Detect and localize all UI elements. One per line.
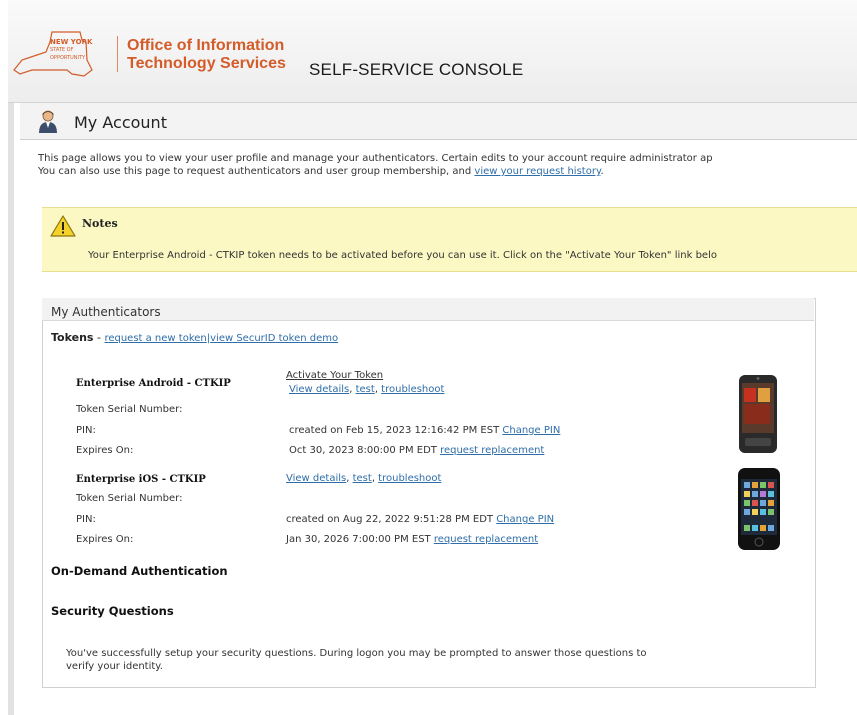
user-icon <box>39 110 57 133</box>
view-details-link[interactable]: View details <box>289 384 349 395</box>
token-name: Enterprise Android - CTKIP <box>76 378 231 389</box>
security-line1: You've successfully setup your security … <box>66 648 647 659</box>
pin-created: created on Feb 15, 2023 12:16:42 PM EST <box>289 425 500 436</box>
security-questions-text: You've successfully setup your security … <box>66 647 647 673</box>
pin-label: PIN: <box>76 514 96 525</box>
ny-logo-text: NEW YORK STATE OF OPPORTUNITY <box>50 38 92 62</box>
expires-value: Jan 30, 2026 7:00:00 PM EST request repl… <box>286 534 538 545</box>
logo-line3: OPPORTUNITY <box>50 55 86 61</box>
intro-suffix: . <box>600 166 604 177</box>
intro-line1: This page allows you to view your user p… <box>38 153 713 164</box>
notes-panel <box>42 207 857 272</box>
intro-line2-text: You can also use this page to request au… <box>38 166 475 177</box>
on-demand-title: On-Demand Authentication <box>51 564 228 578</box>
change-pin-link[interactable]: Change PIN <box>496 514 554 525</box>
activate-token-link[interactable]: Activate Your Token <box>286 370 383 381</box>
serial-label: Token Serial Number: <box>76 404 183 415</box>
request-new-token-link[interactable]: request a new token <box>104 333 206 344</box>
notes-title: Notes <box>82 217 118 230</box>
logo-line2: STATE OF <box>50 47 74 53</box>
office-name: Office of Information Technology Service… <box>127 37 286 73</box>
console-title: SELF-SERVICE CONSOLE <box>309 60 524 79</box>
expires-value: Oct 30, 2023 8:00:00 PM EDT request repl… <box>289 445 544 456</box>
warning-icon <box>50 215 76 237</box>
pin-created: created on Aug 22, 2022 9:51:28 PM EDT <box>286 514 494 525</box>
token-actions: View details, test, troubleshoot <box>286 473 442 484</box>
expires-label: Expires On: <box>76 445 134 456</box>
troubleshoot-link[interactable]: troubleshoot <box>381 384 444 395</box>
request-replacement-link[interactable]: request replacement <box>434 534 538 545</box>
tokens-label: Tokens <box>51 331 94 344</box>
notes-message: Your Enterprise Android - CTKIP token ne… <box>88 250 717 261</box>
troubleshoot-link[interactable]: troubleshoot <box>378 473 441 484</box>
logo-divider <box>117 36 118 72</box>
page-title: My Account <box>74 113 167 132</box>
pin-value: created on Aug 22, 2022 9:51:28 PM EDT C… <box>286 514 554 525</box>
pin-label: PIN: <box>76 425 96 436</box>
tokens-dash: - <box>93 331 105 344</box>
logo-line1: NEW YORK <box>50 38 93 46</box>
test-link[interactable]: test <box>353 473 372 484</box>
securid-demo-link[interactable]: view SecurID token demo <box>210 333 338 344</box>
office-line1: Office of Information <box>127 37 285 54</box>
security-questions-title: Security Questions <box>51 604 174 618</box>
intro-text: This page allows you to view your user p… <box>38 152 713 178</box>
view-details-link[interactable]: View details <box>286 473 346 484</box>
intro-line2: You can also use this page to request au… <box>38 165 713 178</box>
change-pin-link[interactable]: Change PIN <box>502 425 560 436</box>
tokens-line: Tokens - request a new token|view SecurI… <box>51 331 338 344</box>
pin-value: created on Feb 15, 2023 12:16:42 PM EST … <box>289 425 560 436</box>
request-replacement-link[interactable]: request replacement <box>440 445 544 456</box>
serial-label: Token Serial Number: <box>76 493 183 504</box>
expires-label: Expires On: <box>76 534 134 545</box>
token-name: Enterprise iOS - CTKIP <box>76 474 206 485</box>
security-line2: verify your identity. <box>66 661 163 672</box>
office-line2: Technology Services <box>127 55 286 72</box>
expires-date: Oct 30, 2023 8:00:00 PM EDT <box>289 445 437 456</box>
token-actions: View details, test, troubleshoot <box>289 384 445 395</box>
test-link[interactable]: test <box>356 384 375 395</box>
iphone-icon <box>738 468 780 550</box>
view-request-history-link[interactable]: view your request history <box>474 166 600 177</box>
android-phone-icon <box>739 375 777 453</box>
authenticators-title: My Authenticators <box>51 305 161 319</box>
expires-date: Jan 30, 2026 7:00:00 PM EST <box>286 534 431 545</box>
